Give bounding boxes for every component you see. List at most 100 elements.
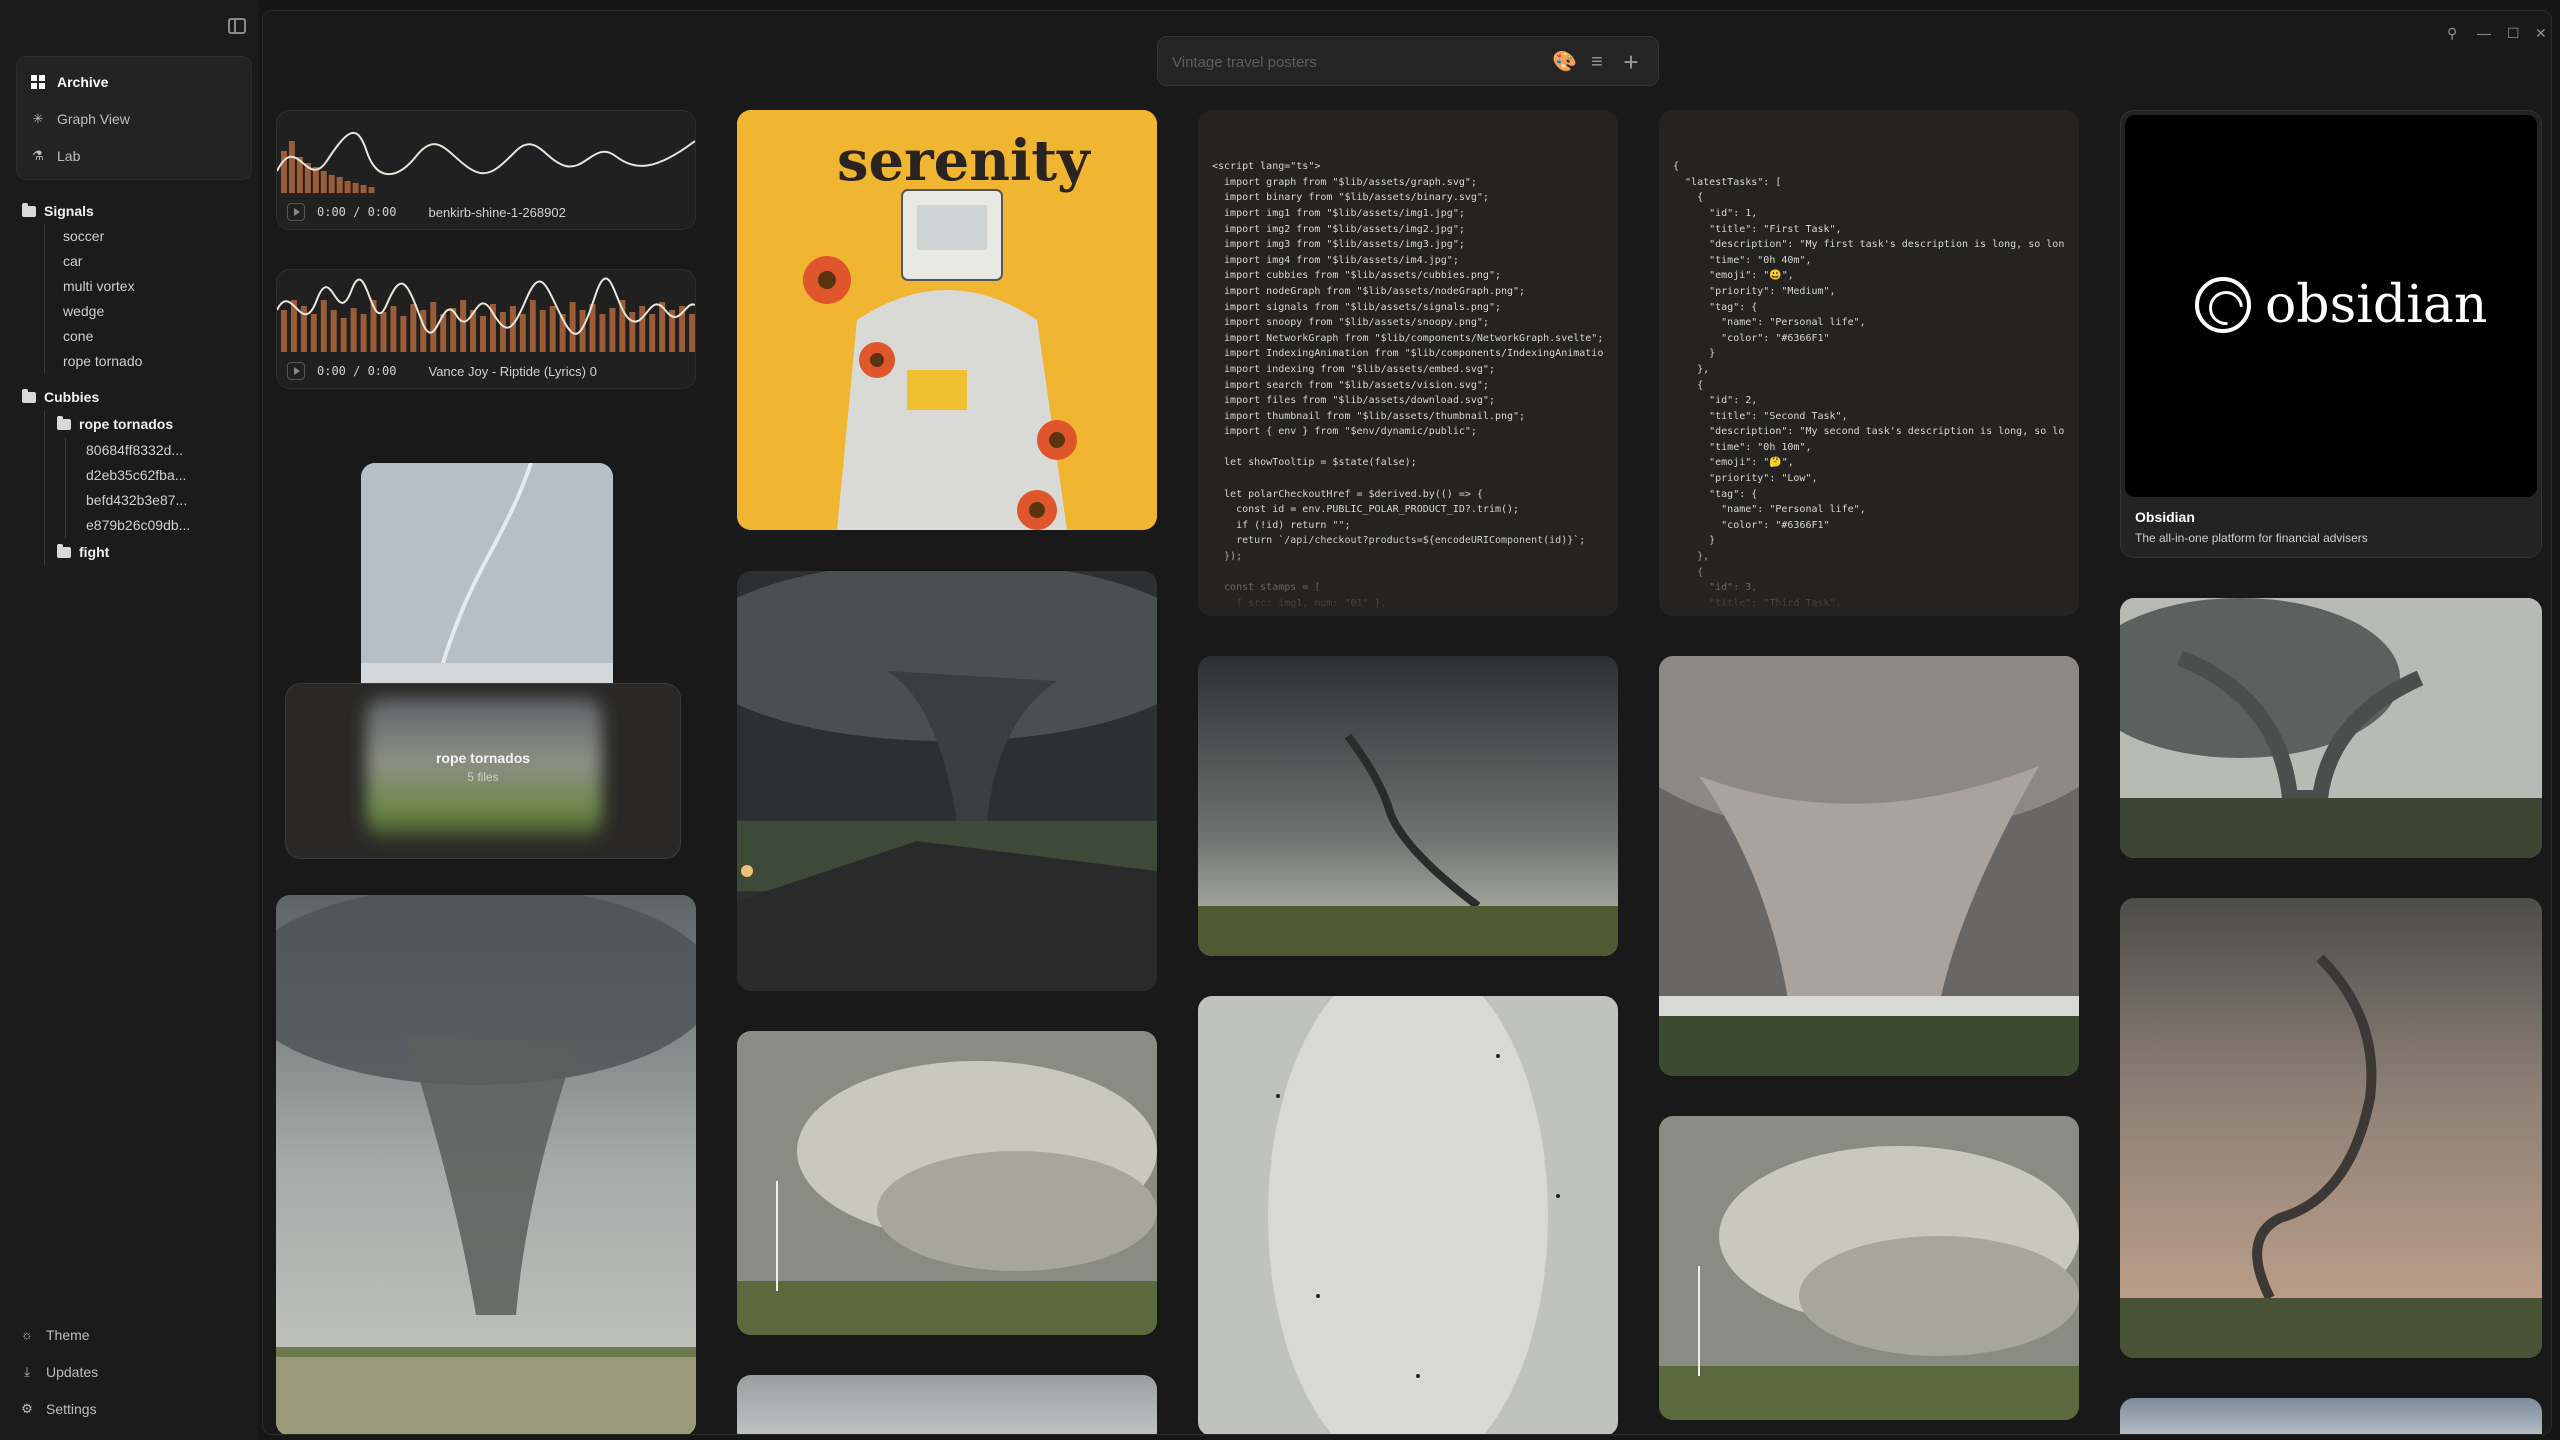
code-line: "priority": "Medium", <box>1673 285 1836 297</box>
play-button[interactable] <box>287 362 305 380</box>
code-line: import indexing from "$lib/assets/embed.… <box>1212 363 1495 375</box>
tornado-image[interactable] <box>1659 656 2079 1076</box>
tornado-image[interactable] <box>737 571 1157 991</box>
audio-card[interactable]: 0:00 / 0:00 benkirb-shine-1-268902 <box>276 110 696 230</box>
code-line: import binary from "$lib/assets/binary.s… <box>1212 192 1489 204</box>
updates-button[interactable]: ⤓ Updates <box>20 1357 240 1387</box>
tree-group-signals[interactable]: Signals <box>22 198 252 224</box>
code-line: "name": "Personal life", <box>1673 504 1866 516</box>
play-button[interactable] <box>287 203 305 221</box>
tornado-image[interactable] <box>1198 996 1618 1434</box>
maximize-icon[interactable]: ☐ <box>2507 25 2520 42</box>
flask-icon: ⚗ <box>32 148 44 163</box>
audio-title: Vance Joy - Riptide (Lyrics) 0 <box>428 363 597 379</box>
signal-item[interactable]: multi vortex <box>45 274 252 299</box>
settings-label: Settings <box>46 1401 97 1417</box>
code-line: import search from "$lib/assets/vision.s… <box>1212 379 1489 391</box>
code-line: const id = env.PUBLIC_POLAR_PRODUCT_ID?.… <box>1212 504 1520 516</box>
code-card-svelte[interactable]: <script lang="ts"> import graph from "$l… <box>1198 110 1618 616</box>
signals-list: soccer car multi vortex wedge cone rope … <box>44 224 252 374</box>
obsidian-link-card[interactable]: obsidian Obsidian The all-in-one platfor… <box>2120 110 2542 558</box>
cubby-folder-label: fight <box>79 544 110 560</box>
cubby-folder-card[interactable]: rope tornados 5 files <box>285 683 681 859</box>
cubby-folder-fight[interactable]: fight <box>45 538 252 566</box>
code-line: "time": "0h 40m", <box>1673 254 1812 266</box>
code-line: "tag": { <box>1673 301 1758 313</box>
minimize-icon[interactable]: — <box>2477 25 2491 41</box>
signal-item[interactable]: rope tornado <box>45 349 252 374</box>
graph-icon: ✳ <box>32 111 44 126</box>
theme-button[interactable]: ☼ Theme <box>20 1320 240 1350</box>
signal-item[interactable]: car <box>45 249 252 274</box>
main-content: ⚲ — ☐ ✕ 🎨 ≡ + 0:00 / 0:00 <box>262 10 2552 1435</box>
code-line: "title": "Second Task", <box>1673 410 1848 422</box>
code-line: import img4 from "$lib/assets/im4.jpg"; <box>1212 254 1459 266</box>
code-line: { <box>1673 379 1704 391</box>
folder-card-count: 5 files <box>467 770 499 784</box>
tornado-photo <box>2120 598 2542 858</box>
nav-item-archive[interactable]: Archive <box>29 67 239 97</box>
code-line: <script lang="ts"> <box>1212 161 1321 173</box>
add-icon[interactable]: + <box>1620 49 1642 75</box>
code-line: import snoopy from "$lib/assets/snoopy.p… <box>1212 317 1489 329</box>
tornado-image[interactable] <box>2120 1398 2542 1434</box>
folder-open-icon <box>22 202 36 217</box>
poster-art: serenity <box>737 110 1157 530</box>
pin-icon[interactable]: ⚲ <box>2447 25 2457 42</box>
code-line: import nodeGraph from "$lib/assets/nodeG… <box>1212 285 1526 297</box>
code-card-json[interactable]: { "latestTasks": [ { "id": 1, "title": "… <box>1659 110 2079 616</box>
code-line: { <box>1673 192 1704 204</box>
filter-icon[interactable]: ≡ <box>1586 51 1608 73</box>
code-line: "emoji": "😃", <box>1673 270 1794 282</box>
audio-card[interactable]: 0:00 / 0:00 Vance Joy - Riptide (Lyrics)… <box>276 269 696 389</box>
code-line: let showTooltip = $state(false); <box>1212 457 1417 469</box>
nav-item-lab[interactable]: ⚗ Lab <box>29 141 239 171</box>
tornado-photo <box>737 1031 1157 1335</box>
code-line: "id": 2, <box>1673 395 1758 407</box>
obsidian-logo-icon <box>2195 277 2251 333</box>
code-line: } <box>1673 348 1716 360</box>
nav-label: Lab <box>57 148 81 164</box>
cubby-files: 80684ff8332d... d2eb35c62fba... befd432b… <box>65 438 252 538</box>
rope-tornado-image <box>361 463 613 703</box>
obsidian-preview: obsidian <box>2125 115 2537 497</box>
code-line: "latestTasks": [ <box>1673 176 1782 188</box>
tornado-image[interactable] <box>1198 656 1618 956</box>
tornado-image[interactable] <box>2120 598 2542 858</box>
search-bar: 🎨 ≡ + <box>1157 36 1659 86</box>
cubby-file[interactable]: befd432b3e87... <box>66 488 252 513</box>
close-icon[interactable]: ✕ <box>2535 25 2547 42</box>
code-line: "color": "#6366F1" <box>1673 519 1830 531</box>
code-line: "priority": "Low", <box>1673 473 1818 485</box>
tree-group-label: Cubbies <box>44 389 100 405</box>
signal-item[interactable]: cone <box>45 324 252 349</box>
code-line: import IndexingAnimation from "$lib/comp… <box>1212 348 1604 360</box>
search-input[interactable] <box>1172 50 1532 74</box>
waveform <box>277 131 695 193</box>
tornado-image[interactable] <box>737 1031 1157 1335</box>
palette-icon[interactable]: 🎨 <box>1552 51 1577 73</box>
serenity-poster[interactable]: serenity <box>737 110 1157 530</box>
tornado-image[interactable] <box>2120 898 2542 1358</box>
cubby-file[interactable]: d2eb35c62fba... <box>66 463 252 488</box>
tornado-photo <box>276 895 696 1434</box>
signal-item[interactable]: wedge <box>45 299 252 324</box>
code-line: import img2 from "$lib/assets/img2.jpg"; <box>1212 223 1465 235</box>
tree-group-cubbies[interactable]: Cubbies <box>22 384 252 410</box>
settings-button[interactable]: ⚙ Settings <box>20 1394 240 1424</box>
tornado-image[interactable] <box>276 895 696 1434</box>
folder-tree: Signals soccer car multi vortex wedge co… <box>22 198 252 566</box>
signal-item[interactable]: soccer <box>45 224 252 249</box>
tornado-image[interactable] <box>737 1375 1157 1434</box>
tree-group-label: Signals <box>44 203 94 219</box>
cubby-file[interactable]: e879b26c09db... <box>66 513 252 538</box>
tornado-image[interactable] <box>1659 1116 2079 1420</box>
tornado-photo <box>1198 996 1618 1434</box>
cubby-folder-rope-tornados[interactable]: rope tornados <box>45 410 252 438</box>
audio-controls: 0:00 / 0:00 benkirb-shine-1-268902 <box>277 195 695 229</box>
link-card-title: Obsidian <box>2135 509 2195 525</box>
sidebar-toggle-icon[interactable] <box>228 18 246 34</box>
nav-item-graph-view[interactable]: ✳ Graph View <box>29 104 239 134</box>
link-card-subtitle: The all-in-one platform for financial ad… <box>2135 531 2368 545</box>
cubby-file[interactable]: 80684ff8332d... <box>66 438 252 463</box>
